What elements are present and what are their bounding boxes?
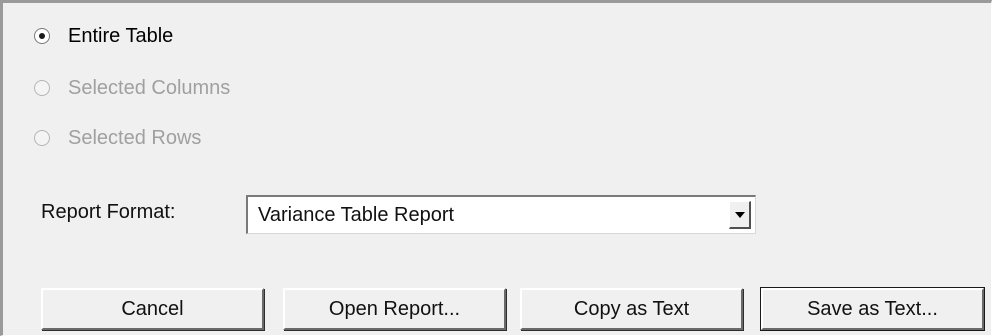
dropdown-button[interactable] [729, 201, 751, 229]
radio-selected-dot [39, 33, 45, 39]
radio-label-selected-rows: Selected Rows [68, 126, 202, 149]
report-format-select[interactable]: Variance Table Report [246, 195, 756, 234]
radio-selected-rows[interactable]: Selected Rows [34, 124, 201, 152]
report-format-label: Report Format: [41, 201, 176, 223]
report-format-value: Variance Table Report [258, 204, 455, 226]
radio-entire-table[interactable]: Entire Table [34, 22, 173, 50]
chevron-down-icon [734, 211, 745, 218]
export-report-dialog: Entire Table Selected Columns Selected R… [0, 0, 992, 336]
cancel-button[interactable]: Cancel [41, 288, 264, 330]
radio-button-icon[interactable] [34, 80, 50, 96]
radio-button-icon[interactable] [34, 130, 50, 146]
open-report-button[interactable]: Open Report... [283, 288, 506, 330]
copy-as-text-button[interactable]: Copy as Text [520, 288, 743, 330]
radio-selected-columns[interactable]: Selected Columns [34, 74, 230, 102]
save-as-text-button[interactable]: Save as Text... [760, 287, 985, 331]
radio-button-icon[interactable] [34, 28, 50, 44]
radio-label-selected-columns: Selected Columns [68, 76, 231, 99]
radio-label-entire-table: Entire Table [68, 24, 174, 47]
